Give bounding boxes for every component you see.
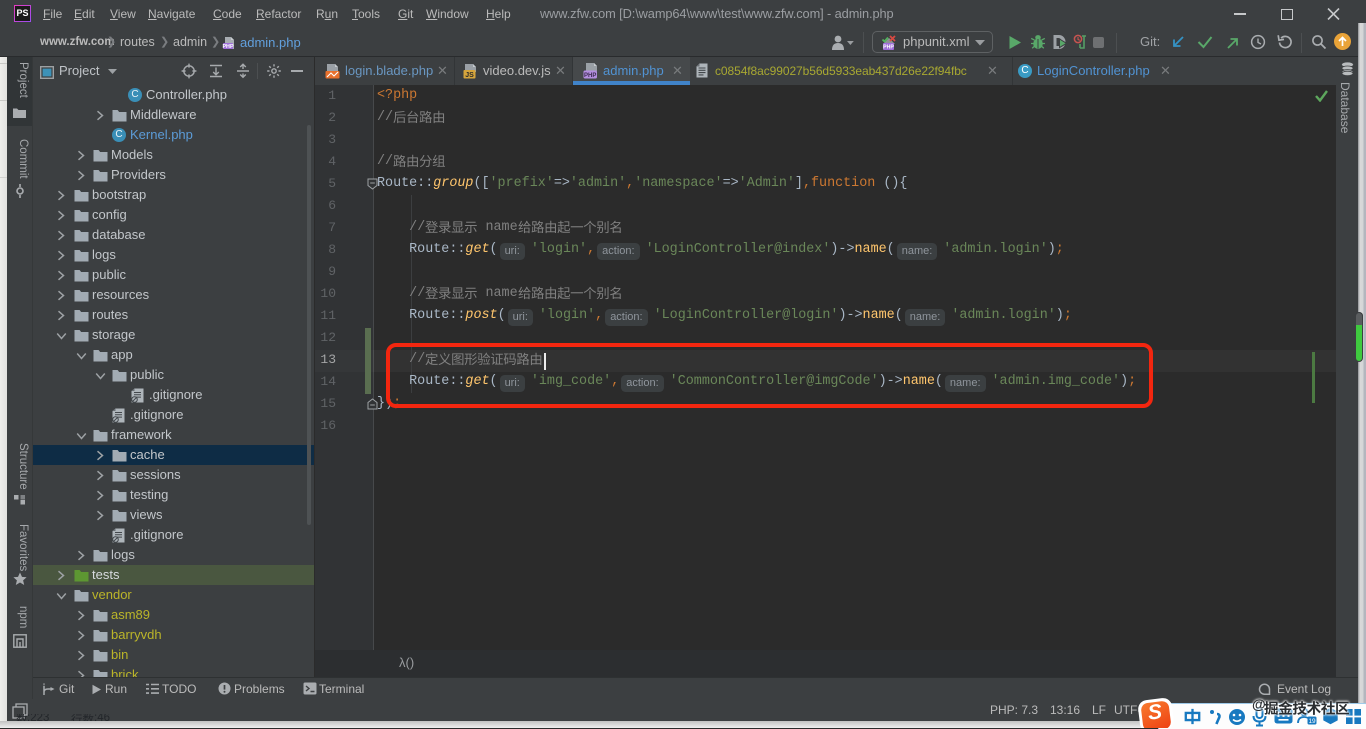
svg-text:PHP: PHP — [584, 73, 596, 79]
svg-text:JS: JS — [465, 72, 474, 79]
svg-text:PHP: PHP — [222, 44, 233, 50]
svg-text:PHP: PHP — [883, 45, 894, 51]
svg-text:19: 19 — [1308, 718, 1316, 725]
